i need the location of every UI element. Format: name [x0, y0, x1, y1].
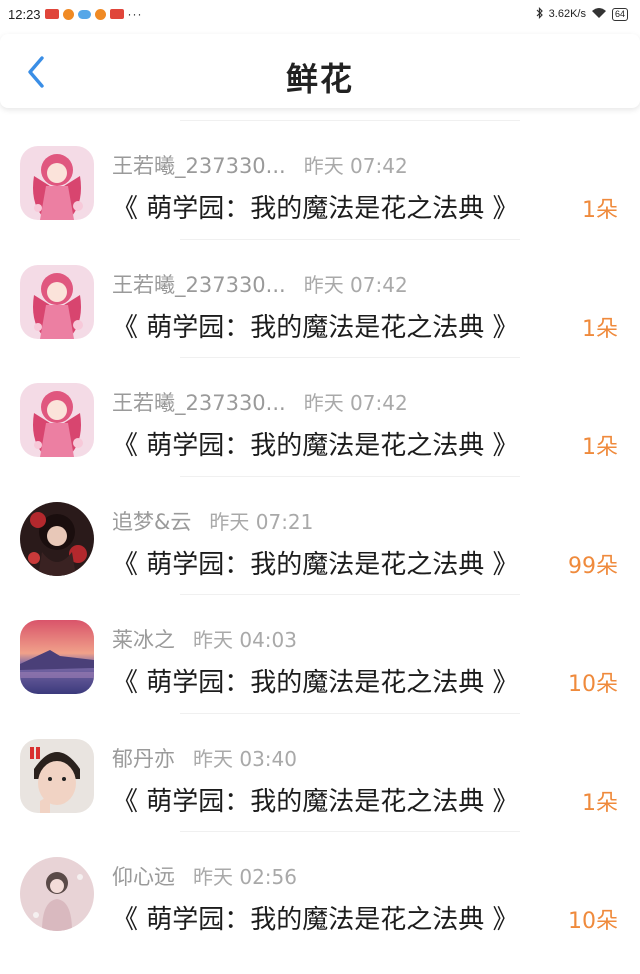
- work-title: 《 萌学园：我的魔法是花之法典 》: [112, 431, 519, 461]
- list-item[interactable]: 仰心远 昨天 02:56 《 萌学园：我的魔法是花之法典 》 10朵: [0, 831, 640, 950]
- divider: [180, 712, 520, 714]
- avatar[interactable]: [20, 264, 94, 339]
- work-title: 《 萌学园：我的魔法是花之法典 》: [112, 786, 519, 817]
- user-name: 王若曦_237330...: [112, 272, 286, 297]
- list-item[interactable]: 王若曦_237330... 昨天 07:42 《 萌学园：我的魔法是花之法典 》…: [0, 357, 640, 476]
- avatar[interactable]: [20, 383, 94, 457]
- flower-count: 10朵: [568, 909, 618, 934]
- divider: [180, 120, 520, 121]
- avatar[interactable]: [20, 501, 94, 576]
- work-title: 《 萌学园：我的魔法是花之法典 》: [112, 194, 519, 224]
- divider: [180, 594, 520, 595]
- divider: [180, 831, 520, 832]
- app-notification-icon: [94, 8, 106, 20]
- list-item[interactable]: 王若曦_237330... 昨天 07:42 《 萌学园：我的魔法是花之法典 》…: [0, 238, 640, 358]
- timestamp: 昨天 07:21: [209, 509, 314, 534]
- timestamp: 昨天 07:42: [303, 391, 408, 415]
- user-name: 莱冰之: [112, 628, 175, 652]
- divider: [180, 238, 520, 240]
- timestamp: 昨天 07:42: [303, 272, 408, 297]
- battery-icon: 64: [611, 7, 628, 21]
- list-item[interactable]: 追梦&云 昨天 07:21 《 萌学园：我的魔法是花之法典 》 99朵: [0, 475, 640, 595]
- divider: [180, 475, 520, 477]
- list-item[interactable]: 郁丹亦 昨天 03:40 《 萌学园：我的魔法是花之法典 》 1朵: [0, 712, 640, 832]
- nav-bar: 鲜花: [0, 34, 640, 108]
- avatar[interactable]: [20, 738, 94, 813]
- status-time: 12:23: [8, 6, 41, 22]
- app-notification-icon: [62, 8, 74, 20]
- user-name: 王若曦_237330...: [112, 154, 286, 178]
- flower-record-list: 王若曦_237330... 昨天 07:42 《 萌学园：我的魔法是花之法典 》…: [0, 120, 640, 950]
- flower-count: 1朵: [582, 790, 618, 816]
- more-notifications-icon: ···: [127, 7, 143, 21]
- user-name: 追梦&云: [112, 509, 192, 534]
- user-name: 王若曦_237330...: [112, 391, 286, 415]
- avatar[interactable]: [20, 146, 94, 220]
- cloud-notification-icon: [77, 9, 91, 19]
- work-title: 《 萌学园：我的魔法是花之法典 》: [112, 905, 519, 935]
- flower-count: 99朵: [568, 553, 618, 579]
- list-item[interactable]: 王若曦_237330... 昨天 07:42 《 萌学园：我的魔法是花之法典 》…: [0, 120, 640, 239]
- net-speed: 3.62K/s: [548, 8, 586, 20]
- flower-count: 10朵: [568, 672, 618, 697]
- work-title: 《 萌学园：我的魔法是花之法典 》: [112, 668, 519, 698]
- timestamp: 昨天 04:03: [193, 628, 297, 652]
- weibo-notification-icon: [44, 9, 59, 19]
- status-bar: 12:23 ··· 3.62K/s 64: [0, 0, 640, 28]
- divider: [180, 357, 520, 358]
- page-title: 鲜花: [285, 60, 354, 98]
- status-bar-left: 12:23 ···: [8, 7, 143, 22]
- timestamp: 昨天 02:56: [193, 865, 297, 889]
- avatar[interactable]: [20, 857, 94, 931]
- list-item[interactable]: 莱冰之 昨天 04:03 《 萌学园：我的魔法是花之法典 》 10朵: [0, 594, 640, 713]
- weibo-notification-icon: [109, 9, 124, 19]
- flower-count: 1朵: [582, 316, 618, 342]
- timestamp: 昨天 03:40: [193, 746, 297, 771]
- wifi-icon: [591, 7, 607, 22]
- avatar[interactable]: [20, 620, 94, 694]
- work-title: 《 萌学园：我的魔法是花之法典 》: [112, 312, 519, 343]
- flower-count: 1朵: [582, 198, 618, 223]
- work-title: 《 萌学园：我的魔法是花之法典 》: [112, 549, 519, 580]
- bluetooth-icon: [536, 6, 544, 22]
- user-name: 仰心远: [112, 865, 175, 889]
- timestamp: 昨天 07:42: [303, 154, 408, 178]
- flower-count: 1朵: [582, 435, 618, 460]
- user-name: 郁丹亦: [112, 746, 175, 771]
- status-bar-right: 3.62K/s 64: [536, 6, 628, 22]
